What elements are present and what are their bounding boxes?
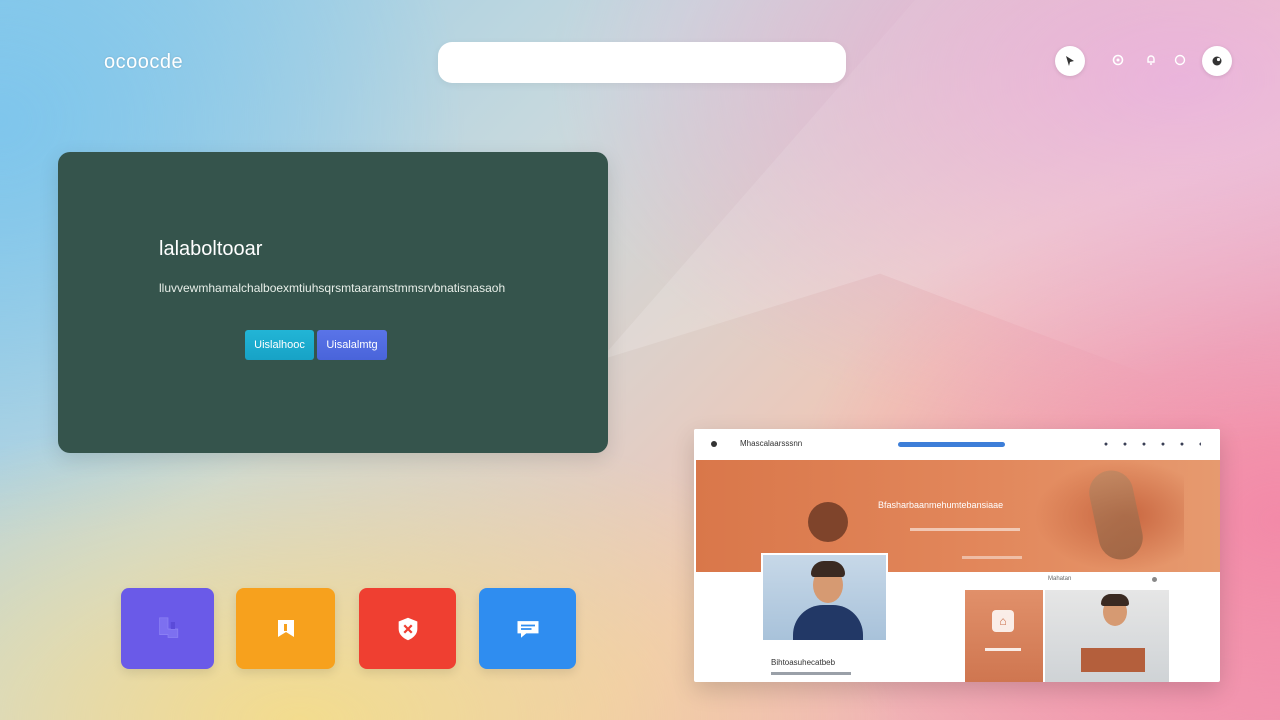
puzzle-icon xyxy=(154,615,182,643)
preview-logo-icon xyxy=(711,441,717,447)
preview-nav-icon[interactable]: ● xyxy=(1101,439,1111,449)
app-tile-chat[interactable] xyxy=(479,588,576,669)
cursor-icon[interactable] xyxy=(1055,46,1085,76)
hero-subtitle: lluvvewmhamalchalboexmtiuhsqrsmtaaramstm… xyxy=(159,281,506,295)
chat-icon xyxy=(514,615,542,643)
preview-nav-icon[interactable]: ● xyxy=(1139,439,1149,449)
preview-nav-icon[interactable]: ◐ xyxy=(1196,439,1206,449)
preview-hero-text: Bfasharbaanmehumtebansiaae xyxy=(878,500,1004,510)
bookmark-icon xyxy=(272,615,300,643)
shield-icon xyxy=(394,615,422,643)
hero-title: lalaboltooar xyxy=(159,238,263,260)
app-tile-bookmark[interactable] xyxy=(236,588,335,669)
preview-brand: Mhascalaarsssnn xyxy=(740,439,803,448)
search-input[interactable] xyxy=(438,42,846,83)
preview-thumbnail[interactable] xyxy=(1045,590,1169,682)
bell-icon[interactable] xyxy=(1144,53,1158,67)
preview-section-label: Mahatan xyxy=(1048,576,1072,582)
primary-button[interactable]: Uislalhooc xyxy=(245,330,314,360)
app-tile-shield[interactable] xyxy=(359,588,456,669)
website-preview[interactable]: Mhascalaarsssnn ● ● ● ● ● ◐ Bfasharbaanm… xyxy=(694,429,1220,682)
preview-card-title: Bihtoasuhecatbeb xyxy=(771,658,836,667)
preview-nav-icon[interactable]: ● xyxy=(1177,439,1187,449)
settings-icon[interactable] xyxy=(1110,52,1126,68)
preview-card-subtext-line xyxy=(771,672,851,675)
preview-nav-icons: ● ● ● ● ● ◐ xyxy=(1101,439,1206,449)
preview-nav-icon[interactable]: ● xyxy=(1158,439,1168,449)
app-tile-puzzle[interactable] xyxy=(121,588,214,669)
top-bar: ocoocde xyxy=(0,0,1280,120)
preview-hero-subtext-line xyxy=(962,556,1022,559)
preview-hero-subtext-line xyxy=(910,528,1020,531)
help-icon[interactable] xyxy=(1173,53,1187,67)
preview-hero-figure xyxy=(808,502,848,542)
profile-icon[interactable] xyxy=(1202,46,1232,76)
preview-nav-icon[interactable]: ● xyxy=(1120,439,1130,449)
logo[interactable]: ocoocde xyxy=(104,51,183,74)
preview-profile-photo xyxy=(761,553,888,642)
hero-card: lalaboltooar lluvvewmhamalchalboexmtiuhs… xyxy=(58,152,608,453)
bookmark-icon: ⌂ xyxy=(992,610,1014,632)
preview-section-icon xyxy=(1152,577,1157,582)
preview-thumbnail[interactable]: ⌂ xyxy=(965,590,1043,682)
preview-navbar: Mhascalaarsssnn ● ● ● ● ● ◐ xyxy=(694,429,1220,460)
secondary-button[interactable]: Uisalalmtg xyxy=(317,330,387,360)
preview-search-bar[interactable] xyxy=(898,442,1005,447)
